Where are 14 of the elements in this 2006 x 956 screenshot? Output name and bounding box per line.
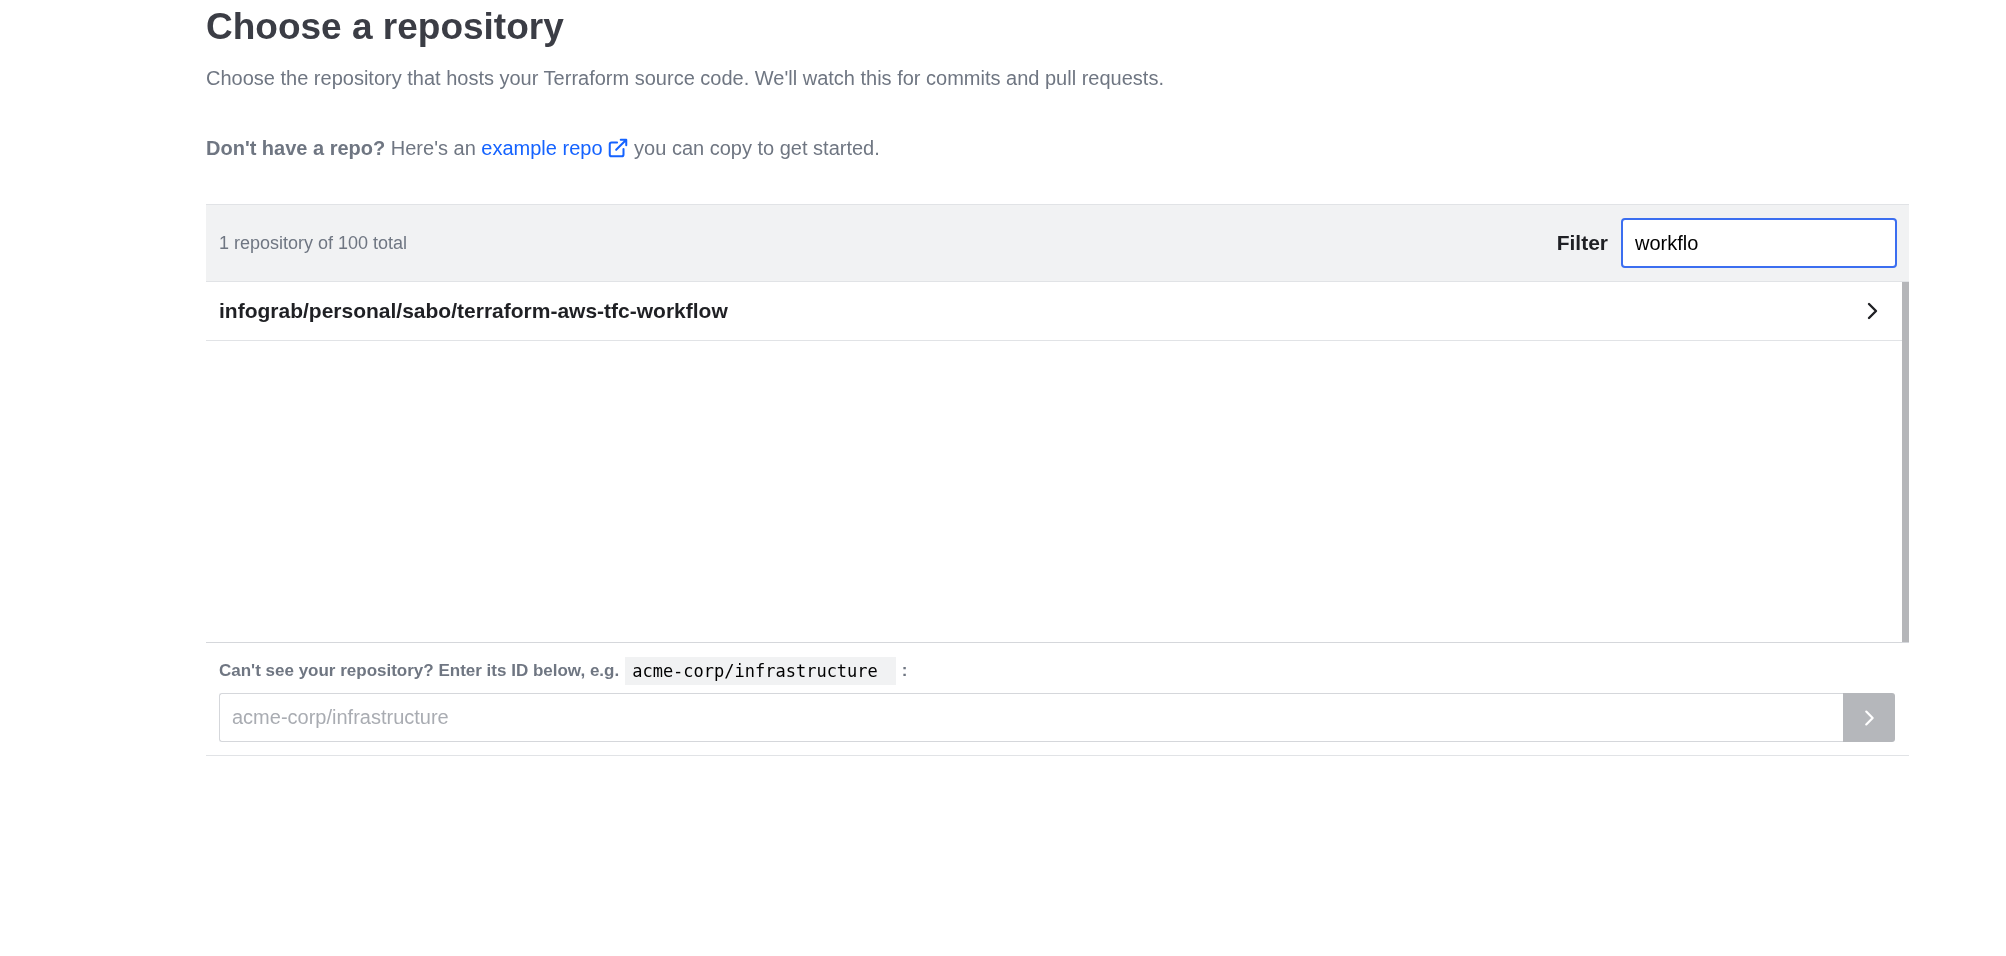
repository-id-hint: Can't see your repository? Enter its ID below, e.g. <box>219 661 620 681</box>
hint-colon: : <box>901 661 908 681</box>
filter-input[interactable]: workflo <box>1621 218 1897 268</box>
repository-count: 1 repository of 100 total <box>219 232 408 254</box>
repository-row[interactable]: infograb/personal/sabo/terraform-aws-tfc-workflow <box>206 282 1902 341</box>
page-title: Choose a repository <box>206 5 565 49</box>
external-link-icon <box>606 137 629 159</box>
scrollbar[interactable] <box>1902 282 1909 642</box>
filter-label: Filter <box>1556 231 1608 255</box>
example-id-code: acme-corp/infrastructure <box>625 657 896 685</box>
page-description: Choose the repository that hosts your Terraform source code. We'll watch this for commits and pull requests. <box>206 66 1165 91</box>
example-repo-link[interactable]: example repo <box>481 134 629 162</box>
repository-id-input[interactable]: acme-corp/infrastructure <box>219 693 1843 742</box>
example-repo-sentence: Don't have a repo? Here's an example repo you can copy to get started. <box>206 134 1909 162</box>
